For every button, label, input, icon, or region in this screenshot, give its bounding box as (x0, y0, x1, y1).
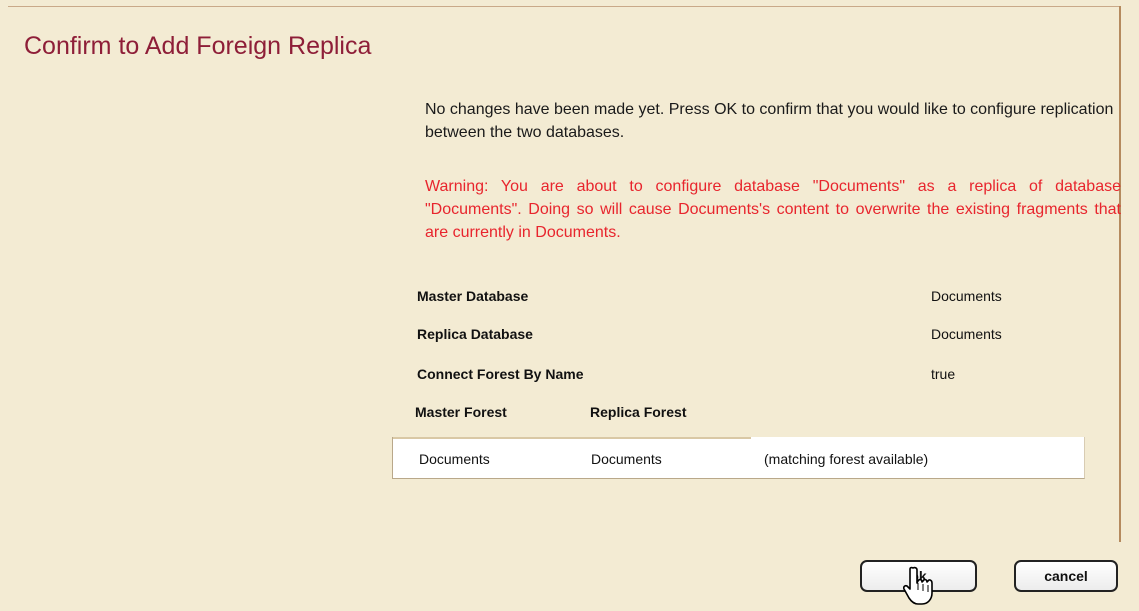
warning-message: Warning: You are about to configure data… (425, 178, 1121, 241)
connect-forest-by-name-value: true (931, 366, 956, 382)
forest-status-cell: (matching forest available) (764, 451, 929, 467)
master-database-value: Documents (931, 288, 1002, 304)
master-forest-header: Master Forest (415, 404, 507, 420)
forest-table: Documents Documents (matching forest ava… (392, 437, 1085, 479)
replica-database-value: Documents (931, 326, 1002, 342)
master-database-label: Master Database (417, 288, 529, 304)
top-divider (8, 6, 1120, 7)
connect-forest-by-name-label: Connect Forest By Name (417, 366, 584, 382)
table-header-edge (393, 437, 751, 439)
cancel-button[interactable]: cancel (1014, 560, 1118, 592)
confirm-foreign-replica-page: Confirm to Add Foreign Replica No change… (0, 0, 1139, 611)
replica-forest-cell: Documents (591, 451, 662, 467)
page-title: Confirm to Add Foreign Replica (24, 32, 372, 60)
replica-forest-header: Replica Forest (590, 404, 687, 420)
hand-pointer-icon (903, 566, 933, 605)
right-divider (1119, 6, 1121, 542)
master-forest-cell: Documents (419, 451, 490, 467)
intro-message: No changes have been made yet. Press OK … (425, 101, 1114, 141)
replica-database-label: Replica Database (417, 326, 533, 342)
